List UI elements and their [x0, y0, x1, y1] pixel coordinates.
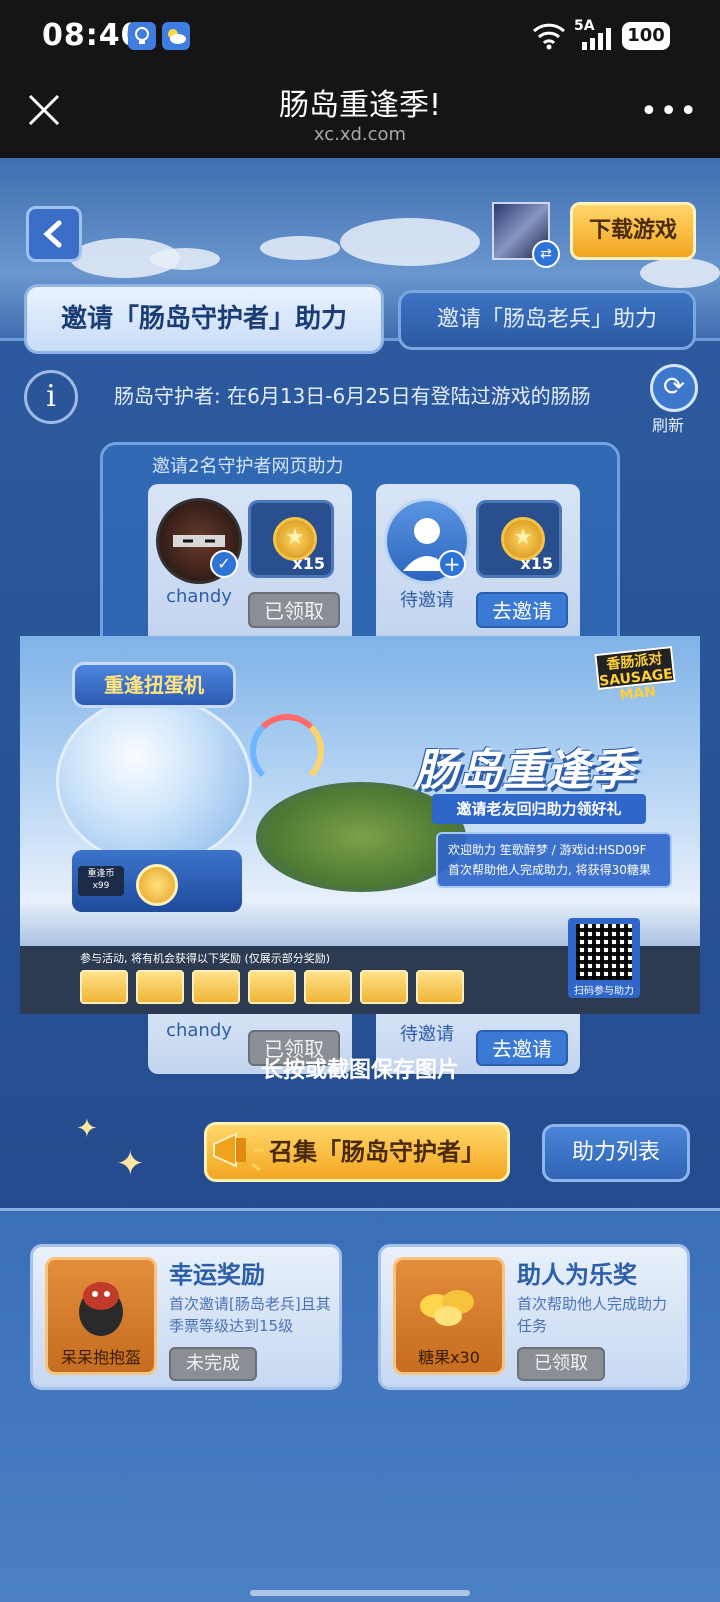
swap-account-icon[interactable]: ⇄ — [532, 240, 560, 268]
back-button[interactable] — [26, 206, 82, 262]
signal-icon — [580, 28, 614, 54]
reward-thumbnail — [304, 970, 352, 1004]
share-poster[interactable]: 重逢扭蛋机 重逢币 x99 香肠派对 SAUSAGE MAN 肠岛重逢季 邀请老… — [20, 636, 700, 1014]
reward-thumbnail — [248, 970, 296, 1004]
tab-veteran[interactable]: 邀请「肠岛老兵」助力 — [398, 290, 696, 350]
refresh-label: 刷新 — [652, 416, 685, 435]
info-icon[interactable]: i — [24, 370, 78, 424]
reward-thumbnail — [360, 970, 408, 1004]
welcome-box: 欢迎助力 笙歌醉梦 / 游戏id:HSD09F 首次帮助他人完成助力, 将获得3… — [436, 832, 672, 888]
reward-card: 糖果x30 助人为乐奖 首次帮助他人完成助力任务 已领取 — [378, 1244, 690, 1390]
poster-title: 肠岛重逢季 — [414, 745, 634, 796]
go-invite-button[interactable]: 去邀请 — [476, 592, 568, 628]
title-bar: 肠岛重逢季! xc.xd.com ••• — [0, 72, 720, 158]
reward-description: 首次帮助他人完成助力任务 — [517, 1295, 668, 1335]
invitee-name: 待邀请 — [400, 590, 454, 611]
check-icon: ✓ — [210, 550, 238, 578]
refresh-icon[interactable]: ⟳ — [650, 364, 698, 412]
game-logo: 香肠派对 SAUSAGE MAN — [594, 646, 676, 704]
welcome-line: 欢迎助力 笙歌醉梦 / 游戏id:HSD09F — [448, 843, 647, 857]
reward-count: x15 — [520, 554, 553, 573]
tab-guardian[interactable]: 邀请「肠岛守护者」助力 — [24, 284, 384, 354]
download-game-button[interactable]: 下载游戏 — [570, 202, 696, 260]
claimed-button[interactable]: 已领取 — [517, 1347, 605, 1381]
rainbow-decoration — [250, 714, 324, 788]
reward-thumbnail — [416, 970, 464, 1004]
reward-item-name: 糖果x30 — [418, 1348, 480, 1367]
assist-list-button[interactable]: 助力列表 — [542, 1124, 690, 1182]
sparkle-icon: ✦ — [116, 1144, 145, 1184]
capsule-globe — [56, 696, 252, 866]
machine-title: 重逢扭蛋机 — [72, 662, 236, 708]
more-options-icon[interactable]: ••• — [640, 97, 699, 127]
poster-subtitle: 邀请老友回归助力领好礼 — [432, 794, 646, 824]
reward-card: 呆呆抱抱盔 幸运奖励 首次邀请[肠岛老兵]且其季票等级达到15级 未完成 — [30, 1244, 342, 1390]
reward-thumbnail — [192, 970, 240, 1004]
candy-icon — [420, 1290, 474, 1326]
page-title: 肠岛重逢季! — [278, 88, 442, 123]
cloud-decoration — [340, 218, 480, 266]
qr-pattern — [576, 924, 632, 980]
machine-knob — [136, 864, 178, 906]
welcome-line: 首次帮助他人完成助力, 将获得30糖果 — [448, 863, 651, 877]
invitee-name: chandy — [166, 586, 232, 607]
reward-title: 幸运奖励 — [169, 1261, 265, 1289]
claimed-button[interactable]: 已领取 — [248, 592, 340, 628]
qr-code: 扫码参与助力 — [568, 918, 640, 998]
sparkle-icon: ✦ — [76, 1114, 98, 1144]
helmet-reward-image: 呆呆抱抱盔 — [45, 1257, 157, 1375]
qr-label: 扫码参与助力 — [574, 986, 634, 997]
reward-thumbnail — [136, 970, 184, 1004]
coin-reward: ★ x15 — [476, 500, 562, 578]
incomplete-button[interactable]: 未完成 — [169, 1347, 257, 1381]
cloud-decoration — [260, 236, 340, 260]
home-indicator[interactable] — [250, 1590, 470, 1596]
cloud-decoration — [640, 258, 720, 288]
reward-description: 首次邀请[肠岛老兵]且其季票等级达到15级 — [169, 1295, 331, 1335]
bulb-icon — [128, 22, 156, 50]
cloud-decoration — [150, 248, 220, 270]
ball-count: 重逢币 x99 — [78, 866, 124, 896]
participate-text: 参与活动, 将有机会获得以下奖励 (仅展示部分奖励) — [80, 952, 331, 965]
page-url: xc.xd.com — [313, 124, 407, 145]
invite-card: + 待邀请 ★ x15 去邀请 — [376, 484, 580, 644]
battery-indicator: 100 — [622, 22, 670, 50]
reward-thumbnail — [80, 970, 128, 1004]
invitee-name: chandy — [166, 1020, 232, 1041]
weather-icon — [162, 22, 190, 50]
status-bar: 08:40 5A 100 — [0, 0, 720, 72]
helmet-icon — [79, 1282, 123, 1336]
save-image-hint: 长按或截图保存图片 — [260, 1058, 459, 1083]
coin-reward: ★ x15 — [248, 500, 334, 578]
invitee-name: 待邀请 — [400, 1024, 454, 1045]
reward-title: 助人为乐奖 — [517, 1261, 637, 1289]
megaphone-icon — [206, 1118, 270, 1182]
reward-item-name: 呆呆抱抱盔 — [60, 1348, 141, 1367]
wifi-icon — [532, 20, 566, 54]
candy-reward-image: 糖果x30 — [393, 1257, 505, 1375]
reward-count: x15 — [292, 554, 325, 573]
chevron-left-icon — [43, 220, 62, 248]
invite-panel-header: 邀请2名守护者网页助力 — [152, 456, 344, 477]
add-icon[interactable]: + — [438, 550, 466, 578]
web-content: ⇄ 下载游戏 邀请「肠岛守护者」助力 邀请「肠岛老兵」助力 i 肠岛守护者: 在… — [0, 158, 720, 1602]
invite-card: ✓ chandy ★ x15 已领取 — [148, 484, 352, 644]
info-description: 肠岛守护者: 在6月13日-6月25日有登陆过游戏的肠肠 — [114, 384, 591, 408]
